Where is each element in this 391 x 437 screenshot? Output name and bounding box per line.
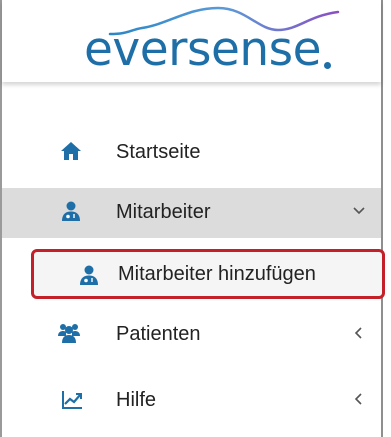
brand-logo[interactable]: eversense: [84, 4, 344, 80]
sidebar-item-help[interactable]: Hilfe: [2, 376, 381, 424]
sidebar-header: eversense: [2, 0, 381, 82]
sidebar-item-label: Mitarbeiter: [116, 201, 211, 223]
sidebar-item-label: Hilfe: [116, 389, 157, 411]
chevron-left-icon: [354, 327, 362, 339]
logo-text: eversense: [84, 22, 322, 77]
chevron-down-icon: [353, 207, 365, 215]
logo-dot: [324, 62, 331, 69]
sidebar-item-label: Startseite: [116, 141, 201, 163]
home-icon: [61, 142, 81, 160]
sidebar-item-staff[interactable]: Mitarbeiter: [2, 188, 381, 238]
sidebar-right-border: [381, 0, 383, 437]
line-chart-icon: [62, 391, 82, 409]
sidebar: eversense Startseite Mitarbeiter Mitarbe…: [0, 0, 391, 437]
user-doctor-icon: [62, 201, 80, 221]
sidebar-subitem-label: Mitarbeiter hinzufügen: [118, 263, 316, 285]
chevron-left-icon: [354, 393, 362, 405]
sidebar-item-label: Patienten: [116, 323, 201, 345]
users-icon: [58, 324, 80, 343]
sidebar-item-home[interactable]: Startseite: [2, 128, 381, 176]
user-doctor-icon: [80, 265, 98, 285]
sidebar-item-patients[interactable]: Patienten: [2, 310, 381, 358]
sidebar-subitem-add-staff[interactable]: Mitarbeiter hinzufügen: [31, 249, 385, 299]
